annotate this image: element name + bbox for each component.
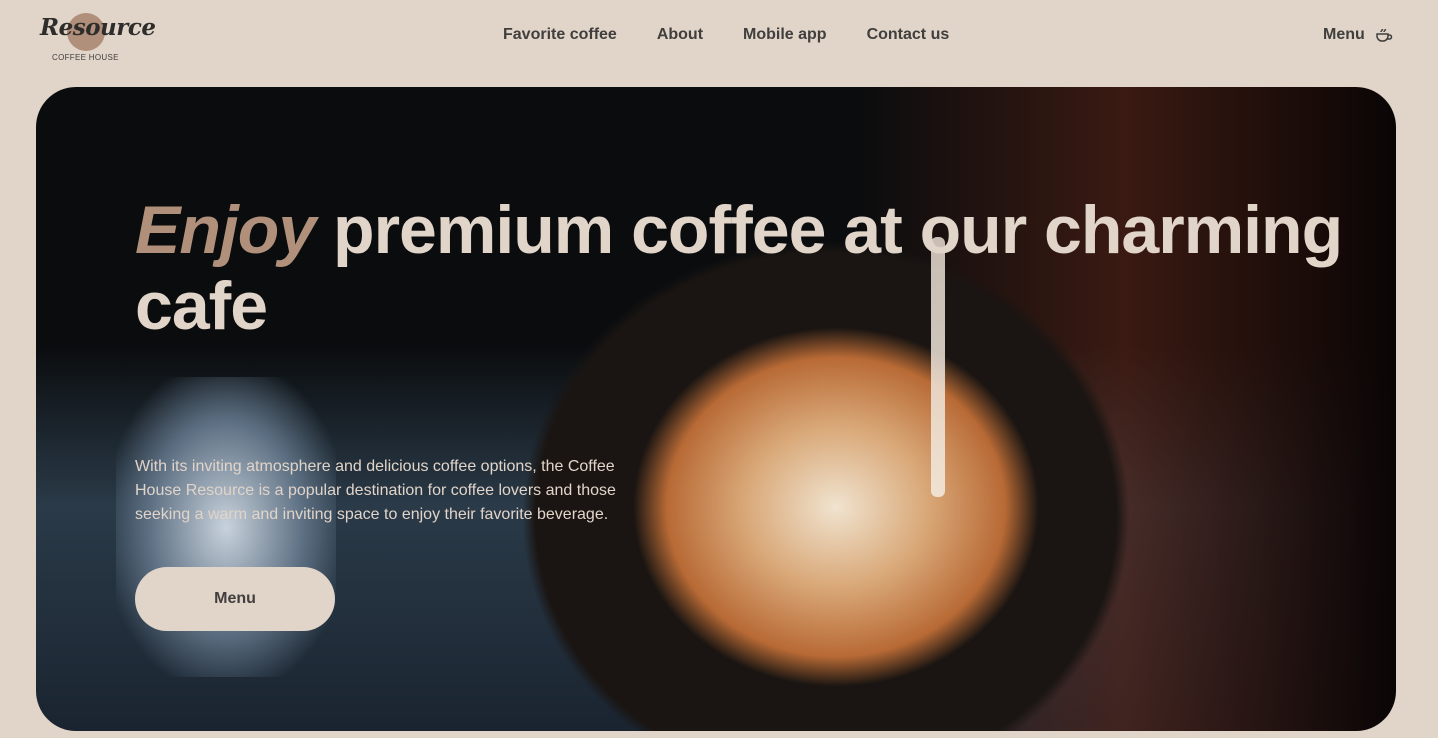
hero-title: Enjoy premium coffee at our charming caf…	[135, 192, 1396, 344]
hero-image-light	[116, 377, 336, 677]
coffee-cup-icon	[1376, 28, 1393, 42]
hero-menu-button[interactable]: Menu	[135, 567, 335, 631]
nav-about[interactable]: About	[657, 26, 703, 44]
hero-description: With its inviting atmosphere and delicio…	[135, 458, 616, 523]
header: Resource COFFEE HOUSE Favorite coffee Ab…	[0, 0, 1438, 80]
menu-link[interactable]: Menu	[1323, 26, 1393, 44]
hero-title-rest: premium coffee at our charming cafe	[135, 192, 1343, 344]
main-nav: Favorite coffee About Mobile app Contact…	[503, 26, 949, 44]
logo[interactable]: Resource COFFEE HOUSE	[40, 12, 156, 64]
nav-mobile-app[interactable]: Mobile app	[743, 26, 827, 44]
logo-word: Resource	[40, 14, 156, 41]
hero: Enjoy premium coffee at our charming caf…	[36, 87, 1396, 731]
hero-title-accent: Enjoy	[135, 192, 316, 268]
menu-link-label: Menu	[1323, 26, 1365, 43]
nav-contact-us[interactable]: Contact us	[867, 26, 950, 44]
logo-subtitle: COFFEE HOUSE	[52, 53, 119, 62]
nav-favorite-coffee[interactable]: Favorite coffee	[503, 26, 617, 44]
